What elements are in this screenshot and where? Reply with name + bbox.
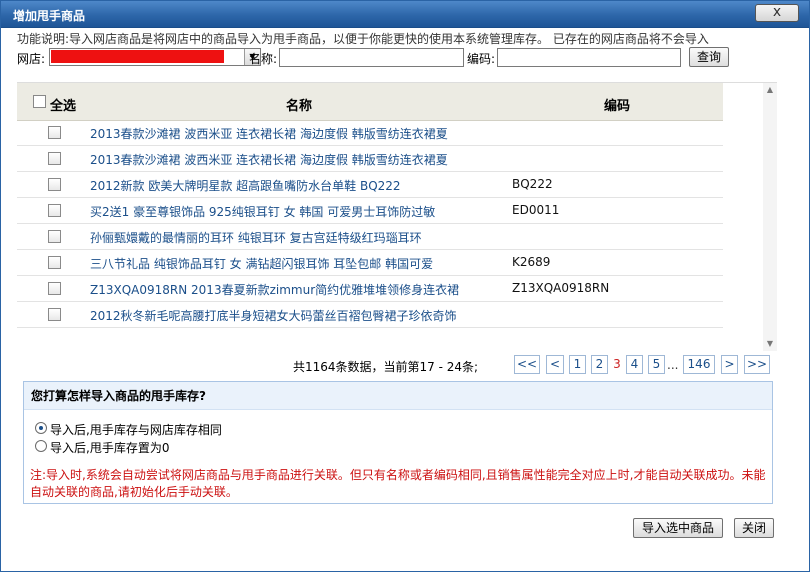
product-name-link[interactable]: 2012新款 欧美大牌明星款 超高跟鱼嘴防水台单鞋 BQ222	[90, 177, 401, 194]
table-row: 三八节礼品 纯银饰品耳钉 女 满钻超闪银耳饰 耳坠包邮 韩国可爱 K2689	[17, 250, 723, 276]
select-all-checkbox[interactable]	[33, 95, 46, 108]
pagination-info: 共1164条数据，当前第17 - 24条;	[293, 360, 479, 374]
table-row: 2013春款沙滩裙 波西米亚 连衣裙长裙 海边度假 韩版雪纺连衣裙夏	[17, 120, 723, 146]
shop-value-redacted	[51, 50, 224, 63]
table-row: 孙俪甄嬛戴的最情丽的耳环 纯银耳环 复古宫廷特级红玛瑙耳环	[17, 224, 723, 250]
column-header-code: 编码	[604, 99, 631, 114]
scroll-up-icon[interactable]: ▲	[763, 83, 777, 97]
product-code: ED0011	[512, 203, 560, 217]
add-product-dialog: 增加甩手商品 x 功能说明:导入网店商品是将网店中的商品导入为甩手商品，以便于你…	[0, 0, 810, 572]
product-name-link[interactable]: 2012秋冬新毛呢高腰打底半身短裙女大码蕾丝百褶包臀裙子珍依奇饰	[90, 307, 457, 324]
row-checkbox[interactable]	[48, 126, 61, 139]
current-page: 3	[613, 357, 621, 371]
page-2-button[interactable]: 2	[591, 355, 608, 374]
next-page-button[interactable]: >	[721, 355, 738, 374]
import-selected-button[interactable]: 导入选中商品	[633, 518, 723, 538]
table-row: 2012新款 欧美大牌明星款 超高跟鱼嘴防水台单鞋 BQ222 BQ222	[17, 172, 723, 198]
product-name-link[interactable]: 三八节礼品 纯银饰品耳钉 女 满钻超闪银耳饰 耳坠包邮 韩国可爱	[90, 255, 433, 272]
import-note: 注:导入时,系统会自动尝试将网店商品与甩手商品进行关联。但只有名称或者编码相同,…	[30, 468, 766, 499]
code-label: 编码:	[467, 52, 496, 66]
row-checkbox[interactable]	[48, 178, 61, 191]
pagination: 共1164条数据，当前第17 - 24条; << < 1 2 3 4 5 ...…	[1, 354, 781, 374]
table-row: 2012秋冬新毛呢高腰打底半身短裙女大码蕾丝百褶包臀裙子珍依奇饰	[17, 302, 723, 328]
radio-button-zero[interactable]	[35, 440, 47, 452]
pagination-ellipsis: ...	[667, 358, 679, 372]
product-name-link[interactable]: 2013春款沙滩裙 波西米亚 连衣裙长裙 海边度假 韩版雪纺连衣裙夏	[90, 125, 448, 142]
column-header-name: 名称	[286, 99, 313, 114]
radio-label-zero[interactable]: 导入后,甩手库存置为0	[50, 439, 169, 456]
row-checkbox[interactable]	[48, 152, 61, 165]
table-row: 买2送1 豪至尊银饰品 925纯银耳钉 女 韩国 可爱男士耳饰防过敏 ED001…	[17, 198, 723, 224]
name-input[interactable]	[279, 48, 464, 67]
name-label: 名称:	[249, 52, 278, 66]
product-name-link[interactable]: 孙俪甄嬛戴的最情丽的耳环 纯银耳环 复古宫廷特级红玛瑙耳环	[90, 229, 422, 246]
feature-description: 功能说明:导入网店商品是将网店中的商品导入为甩手商品，以便于你能更快的使用本系统…	[17, 32, 709, 46]
row-checkbox[interactable]	[48, 230, 61, 243]
product-code: Z13XQA0918RN	[512, 281, 610, 295]
select-all-label[interactable]: 全选	[50, 95, 76, 114]
scroll-down-icon[interactable]: ▼	[763, 337, 777, 351]
import-options-panel: 您打算怎样导入商品的甩手库存? 导入后,甩手库存与网店库存相同 导入后,甩手库存…	[23, 381, 773, 504]
row-checkbox[interactable]	[48, 256, 61, 269]
page-5-button[interactable]: 5	[648, 355, 665, 374]
shop-select[interactable]: ▼	[49, 48, 261, 66]
first-page-button[interactable]: <<	[514, 355, 540, 374]
close-button[interactable]: 关闭	[734, 518, 774, 538]
radio-label-same[interactable]: 导入后,甩手库存与网店库存相同	[50, 421, 222, 438]
product-grid: 全选 名称 编码 2013春款沙滩裙 波西米亚 连衣裙长裙 海边度假 韩版雪纺连…	[17, 82, 777, 351]
shop-label: 网店:	[17, 52, 46, 66]
query-button[interactable]: 查询	[689, 47, 729, 67]
dialog-title-bar[interactable]: 增加甩手商品 x	[1, 1, 809, 28]
prev-page-button[interactable]: <	[546, 355, 564, 374]
radio-selected-dot	[39, 426, 43, 430]
import-options-question: 您打算怎样导入商品的甩手库存?	[24, 382, 772, 410]
product-code: K2689	[512, 255, 551, 269]
page-4-button[interactable]: 4	[626, 355, 643, 374]
radio-button-same[interactable]	[35, 422, 47, 434]
code-input[interactable]	[497, 48, 681, 67]
row-checkbox[interactable]	[48, 282, 61, 295]
product-name-link[interactable]: 2013春款沙滩裙 波西米亚 连衣裙长裙 海边度假 韩版雪纺连衣裙夏	[90, 151, 448, 168]
page-1-button[interactable]: 1	[569, 355, 586, 374]
table-row: Z13XQA0918RN 2013春夏新款zimmur简约优雅堆堆领修身连衣裙 …	[17, 276, 723, 302]
grid-header: 全选 名称 编码	[17, 83, 723, 121]
row-checkbox[interactable]	[48, 204, 61, 217]
grid-scrollbar[interactable]: ▲ ▼	[763, 83, 777, 351]
product-name-link[interactable]: 买2送1 豪至尊银饰品 925纯银耳钉 女 韩国 可爱男士耳饰防过敏	[90, 203, 435, 220]
last-page-button[interactable]: >>	[744, 355, 770, 374]
last-page-number-button[interactable]: 146	[683, 355, 715, 374]
filter-bar: 网店: ▼ 名称: 编码: 查询	[17, 47, 797, 67]
product-name-link[interactable]: Z13XQA0918RN 2013春夏新款zimmur简约优雅堆堆领修身连衣裙	[90, 281, 459, 298]
table-row: 2013春款沙滩裙 波西米亚 连衣裙长裙 海边度假 韩版雪纺连衣裙夏	[17, 146, 723, 172]
dialog-title: 增加甩手商品	[13, 9, 86, 23]
row-checkbox[interactable]	[48, 308, 61, 321]
close-icon[interactable]: x	[755, 4, 799, 22]
product-code: BQ222	[512, 177, 553, 191]
